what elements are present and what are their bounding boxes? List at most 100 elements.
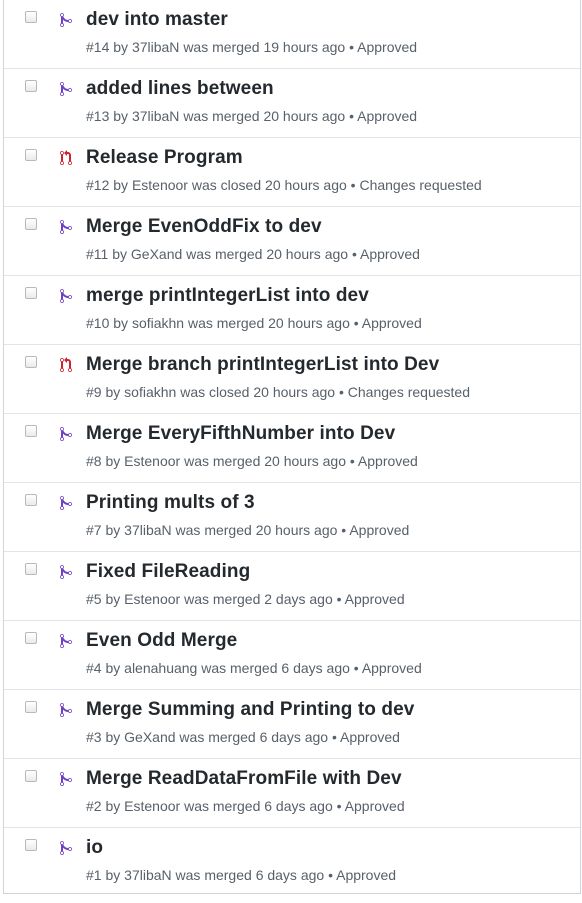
pull-request-number: #9 xyxy=(86,384,102,400)
author-link[interactable]: sofiakhn xyxy=(132,315,184,331)
select-checkbox[interactable] xyxy=(25,149,37,161)
by-label: by xyxy=(108,246,131,262)
pull-request-row: Merge Summing and Printing to dev #3 by G… xyxy=(4,689,580,758)
by-label: by xyxy=(109,315,132,331)
pull-request-number: #14 xyxy=(86,39,110,55)
pull-request-title-link[interactable]: Printing mults of 3 xyxy=(86,492,255,514)
pull-request-title-link[interactable]: Fixed FileReading xyxy=(86,561,250,583)
separator-dot: • xyxy=(332,591,345,607)
pull-request-meta: #8 by Estenoor was merged 20 hours ago •… xyxy=(86,453,418,469)
pull-request-title-link[interactable]: dev into master xyxy=(86,9,228,31)
separator-dot: • xyxy=(345,39,358,55)
select-checkbox[interactable] xyxy=(25,11,37,23)
pull-request-number: #3 xyxy=(86,729,102,745)
pull-request-title-link[interactable]: merge printIntegerList into dev xyxy=(86,285,369,307)
review-status-link[interactable]: Approved xyxy=(360,246,420,262)
git-merge-icon xyxy=(60,219,76,237)
separator-dot: • xyxy=(345,108,358,124)
author-link[interactable]: 37libaN xyxy=(132,39,179,55)
git-merge-icon xyxy=(60,12,76,30)
git-merge-icon xyxy=(60,288,76,306)
author-link[interactable]: 37libaN xyxy=(124,522,171,538)
review-status-link[interactable]: Approved xyxy=(349,522,409,538)
git-merge-icon xyxy=(60,771,76,789)
review-status-link[interactable]: Changes requested xyxy=(348,384,470,400)
author-link[interactable]: Estenoor xyxy=(124,591,180,607)
pull-request-row: added lines between #13 by 37libaN was me… xyxy=(4,68,580,137)
review-status-link[interactable]: Approved xyxy=(345,798,405,814)
pull-request-title-link[interactable]: Merge EveryFifthNumber into Dev xyxy=(86,423,395,445)
pull-request-list: dev into master #14 by 37libaN was merged… xyxy=(3,0,581,894)
git-merge-icon xyxy=(60,564,76,582)
select-checkbox[interactable] xyxy=(25,287,37,299)
pull-request-title-link[interactable]: Even Odd Merge xyxy=(86,630,237,652)
select-checkbox[interactable] xyxy=(25,80,37,92)
pull-request-row: Printing mults of 3 #7 by 37libaN was mer… xyxy=(4,482,580,551)
pull-request-meta: #13 by 37libaN was merged 20 hours ago •… xyxy=(86,108,417,124)
author-link[interactable]: GeXand xyxy=(131,246,182,262)
git-merge-icon xyxy=(60,633,76,651)
pull-request-number: #13 xyxy=(86,108,110,124)
select-checkbox[interactable] xyxy=(25,425,37,437)
pull-request-title-link[interactable]: Merge Summing and Printing to dev xyxy=(86,699,414,721)
git-pull-request-closed-icon xyxy=(60,357,76,375)
author-link[interactable]: GeXand xyxy=(124,729,175,745)
git-merge-icon xyxy=(60,702,76,720)
select-checkbox[interactable] xyxy=(25,632,37,644)
pull-request-action: was merged xyxy=(179,729,256,745)
pull-request-title-link[interactable]: Merge branch printIntegerList into Dev xyxy=(86,354,439,376)
pull-request-title-link[interactable]: added lines between xyxy=(86,78,274,100)
pull-request-action: was merged xyxy=(186,246,263,262)
review-status-link[interactable]: Approved xyxy=(358,453,418,469)
review-status-link[interactable]: Approved xyxy=(336,867,396,883)
separator-dot: • xyxy=(335,384,348,400)
pull-request-title-link[interactable]: Merge ReadDataFromFile with Dev xyxy=(86,768,402,790)
pull-request-meta: #2 by Estenoor was merged 6 days ago • A… xyxy=(86,798,405,814)
select-checkbox[interactable] xyxy=(25,701,37,713)
pull-request-row: io #1 by 37libaN was merged 6 days ago • … xyxy=(4,827,580,896)
select-checkbox[interactable] xyxy=(25,494,37,506)
separator-dot: • xyxy=(348,246,360,262)
select-checkbox[interactable] xyxy=(25,839,37,851)
pull-request-meta: #12 by Estenoor was closed 20 hours ago … xyxy=(86,177,482,193)
pull-request-action: was merged xyxy=(184,798,261,814)
pull-request-title-link[interactable]: Merge EvenOddFix to dev xyxy=(86,216,322,238)
separator-dot: • xyxy=(324,867,337,883)
select-checkbox[interactable] xyxy=(25,563,37,575)
pull-request-number: #11 xyxy=(86,246,109,262)
pull-request-action: was closed xyxy=(191,177,262,193)
author-link[interactable]: Estenoor xyxy=(132,177,188,193)
select-checkbox[interactable] xyxy=(25,356,37,368)
review-status-link[interactable]: Changes requested xyxy=(359,177,481,193)
pull-request-action: was merged xyxy=(184,591,261,607)
review-status-link[interactable]: Approved xyxy=(345,591,405,607)
relative-time: 6 days ago xyxy=(281,660,350,676)
select-checkbox[interactable] xyxy=(25,218,37,230)
author-link[interactable]: 37libaN xyxy=(124,867,171,883)
review-status-link[interactable]: Approved xyxy=(357,39,417,55)
author-link[interactable]: sofiakhn xyxy=(124,384,176,400)
relative-time: 6 days ago xyxy=(264,798,333,814)
author-link[interactable]: Estenoor xyxy=(124,453,180,469)
author-link[interactable]: 37libaN xyxy=(132,108,179,124)
author-link[interactable]: alenahuang xyxy=(124,660,197,676)
pull-request-number: #2 xyxy=(86,798,102,814)
review-status-link[interactable]: Approved xyxy=(362,315,422,331)
pull-request-number: #5 xyxy=(86,591,102,607)
pull-request-action: was merged xyxy=(183,108,260,124)
author-link[interactable]: Estenoor xyxy=(124,798,180,814)
separator-dot: • xyxy=(349,660,362,676)
review-status-link[interactable]: Approved xyxy=(362,660,422,676)
pull-request-title-link[interactable]: io xyxy=(86,837,103,859)
pull-request-row: dev into master #14 by 37libaN was merged… xyxy=(4,0,580,68)
review-status-link[interactable]: Approved xyxy=(357,108,417,124)
git-merge-icon xyxy=(60,840,76,858)
relative-time: 20 hours ago xyxy=(264,453,346,469)
pull-request-meta: #5 by Estenoor was merged 2 days ago • A… xyxy=(86,591,405,607)
pull-request-title-link[interactable]: Release Program xyxy=(86,147,243,169)
pull-request-action: was closed xyxy=(180,384,250,400)
relative-time: 20 hours ago xyxy=(255,522,338,538)
review-status-link[interactable]: Approved xyxy=(340,729,400,745)
pull-request-row: Fixed FileReading #5 by Estenoor was merg… xyxy=(4,551,580,620)
select-checkbox[interactable] xyxy=(25,770,37,782)
